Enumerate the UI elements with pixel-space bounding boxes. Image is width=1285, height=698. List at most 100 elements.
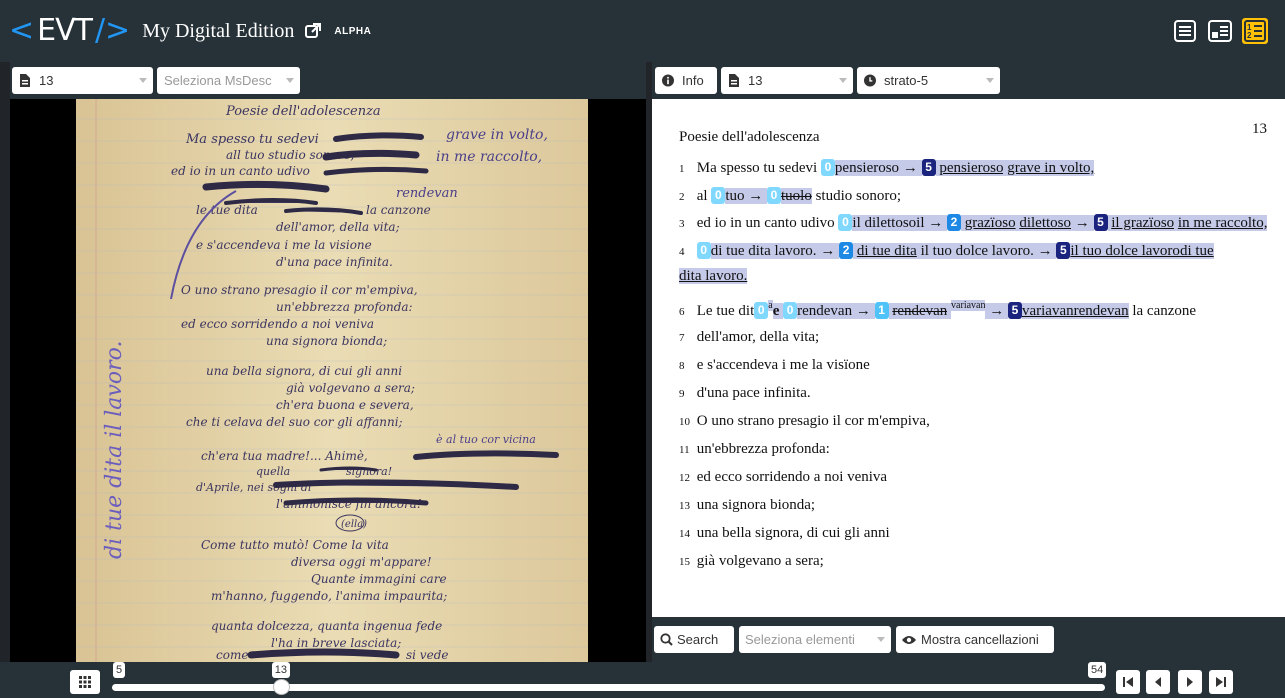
poem-title: Poesie dell'adolescenza — [679, 129, 820, 145]
search-button[interactable]: Search — [654, 626, 734, 653]
layer-badge[interactable]: 2 — [839, 242, 854, 259]
manuscript-line: si vede — [406, 648, 448, 662]
added-text[interactable]: grazïoso — [964, 215, 1016, 231]
elements-select[interactable]: Seleziona elementi — [739, 626, 891, 653]
manuscript-line: la canzone — [366, 203, 431, 217]
deleted-text[interactable]: variavan — [1021, 303, 1074, 319]
brand[interactable]: < EVT /> My Digital Edition ALPHA — [9, 0, 371, 62]
page-select[interactable]: 13 — [721, 67, 853, 94]
layer-badge[interactable]: 2 — [947, 214, 961, 231]
manuscript-line: O uno strano presagio il cor m'empiva, — [181, 283, 418, 297]
image-panel: 13 Seleziona MsDesc Poesie dell'adolesce… — [10, 62, 646, 662]
variant-text[interactable]: rendevan — [797, 303, 853, 319]
manuscript-line: dell'amor, della vita; — [276, 220, 400, 234]
text-text-view-button[interactable]: 12 — [1242, 18, 1268, 44]
layer-badge[interactable]: 5 — [921, 159, 936, 176]
variant-text[interactable]: tuo — [725, 188, 745, 204]
skip-forward-icon — [1216, 677, 1226, 687]
layer-badge[interactable]: 1 — [874, 302, 889, 319]
skip-back-icon — [1123, 677, 1133, 687]
manuscript-line: come — [216, 648, 248, 662]
clock-icon — [864, 74, 876, 87]
manuscript-line: rendevan — [396, 186, 458, 201]
arrow-icon: → — [820, 243, 836, 259]
image-text-view-button[interactable] — [1207, 18, 1233, 44]
manuscript-line: le tue dita — [196, 203, 258, 217]
deleted-text[interactable]: pensieroso — [939, 160, 1004, 176]
layer-badge[interactable]: 0 — [783, 302, 798, 319]
deleted-text[interactable]: il grazïoso — [1111, 215, 1175, 231]
text-content[interactable]: Poesie dell'adolescenza 1 Ma spesso tu s… — [652, 99, 1285, 617]
text-scrollbar[interactable] — [1279, 99, 1285, 617]
variant-text[interactable]: il dilettosoil — [852, 215, 925, 231]
deleted-text[interactable]: di tue dita — [856, 243, 917, 259]
superscript-text: variavan — [951, 300, 986, 311]
layer-badge[interactable]: 0 — [767, 187, 781, 204]
deleted-text[interactable]: il tuo dolce lavoro — [1070, 243, 1180, 259]
layer-badge[interactable]: 0 — [754, 302, 769, 319]
page-slider-track[interactable] — [112, 684, 1105, 691]
verse-line-8: 8 e s'accendeva i me la visïone — [679, 352, 1285, 380]
deleted-text[interactable]: rendevan — [892, 303, 948, 319]
verse-line-1: 1 Ma spesso tu sedevi 0 pensieroso → 5 pe… — [679, 155, 1285, 183]
manuscript-image[interactable]: Poesie dell'adolescenza Ma spesso tu sed… — [76, 99, 588, 662]
manuscript-line: ed io in un canto udivo — [171, 164, 310, 178]
manuscript-margin-note: di tue dita il lavoro. — [102, 341, 127, 559]
manuscript-line: un'ebbrezza profonda: — [276, 300, 413, 314]
added-text[interactable]: grave in volto, — [1007, 160, 1095, 176]
layer-badge[interactable]: 0 — [838, 214, 853, 231]
line-number: 3 — [679, 218, 685, 230]
variant-text[interactable]: di tue dita lavoro. — [710, 243, 817, 259]
manuscript-line: una bella signora, di cui gli anni — [206, 364, 402, 378]
first-page-button[interactable] — [1116, 670, 1140, 694]
chevron-down-icon — [986, 78, 994, 83]
manuscript-line: Come tutto mutò! Come la vita — [201, 538, 389, 552]
next-page-button[interactable] — [1178, 670, 1202, 694]
layer-badge[interactable]: 5 — [1007, 302, 1022, 319]
deleted-text[interactable]: dilettoso — [1019, 215, 1071, 231]
text-panel-header: Info 13 strato-5 — [652, 62, 1285, 99]
previous-page-button[interactable] — [1146, 670, 1170, 694]
page-select-value: 13 — [39, 73, 54, 88]
external-link-icon[interactable] — [304, 22, 322, 40]
more-options-icon[interactable]: ⋮ — [1277, 21, 1285, 42]
verse-line-10: 10 O uno strano presagio il cor m'empiva… — [679, 408, 1285, 436]
line-number: 11 — [679, 444, 690, 456]
verse-line-6: 6 Le tue dit 0 ae 0 rendevan → 1 rendevan v… — [679, 294, 1269, 324]
msdesc-select[interactable]: Seleziona MsDesc — [157, 67, 300, 94]
chevron-down-icon — [877, 637, 885, 642]
page-slider-handle[interactable] — [272, 679, 290, 695]
line-number: 12 — [679, 472, 690, 484]
line-number: 15 — [679, 556, 690, 568]
logo-bracket-left: < — [9, 13, 35, 48]
added-text[interactable]: rendevan — [1073, 303, 1129, 319]
thumbnails-button[interactable] — [70, 670, 100, 694]
layer-badge[interactable]: 5 — [1056, 242, 1071, 259]
alpha-badge: ALPHA — [334, 25, 372, 37]
verse-text: già volgevano a sera; — [696, 553, 824, 569]
layer-badge[interactable]: 0 — [711, 187, 726, 204]
layer-select[interactable]: strato-5 — [857, 67, 1000, 94]
layer-badge[interactable]: 5 — [1093, 214, 1108, 231]
added-text[interactable]: il tuo dolce lavoro. — [920, 243, 1034, 259]
layer-badge[interactable]: 0 — [696, 242, 711, 259]
info-button[interactable]: Info — [655, 67, 717, 94]
manuscript-line: una signora bionda; — [266, 334, 387, 348]
verse-text: ed io in un canto udivo — [696, 215, 835, 231]
last-page-button[interactable] — [1209, 670, 1233, 694]
variant-text[interactable]: pensieroso — [834, 160, 900, 176]
eye-icon — [902, 635, 916, 645]
file-icon — [728, 74, 740, 87]
msdesc-select-placeholder: Seleziona MsDesc — [164, 73, 272, 88]
layer-badge[interactable]: 0 — [820, 159, 835, 176]
page-select[interactable]: 13 — [12, 67, 153, 94]
show-deletions-label: Mostra cancellazioni — [921, 632, 1039, 647]
file-icon — [19, 74, 31, 87]
arrow-icon: → — [855, 303, 871, 319]
slider-min-label: 5 — [113, 662, 126, 678]
show-deletions-button[interactable]: Mostra cancellazioni — [896, 626, 1054, 653]
deleted-text[interactable]: tuolo — [781, 188, 812, 204]
text-view-button[interactable] — [1172, 18, 1198, 44]
added-text[interactable]: in me raccolto, — [1177, 215, 1268, 231]
verse-text: Ma spesso tu sedevi — [696, 160, 818, 176]
